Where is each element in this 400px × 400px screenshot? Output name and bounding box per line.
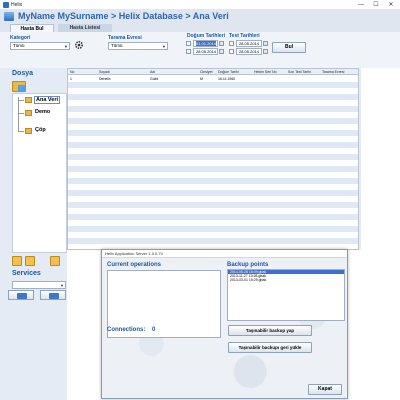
close-dialog-button[interactable]: Kapat [308, 384, 342, 395]
test-from-value: 28.05.2014 [239, 41, 260, 46]
table-header: No Soyadı Adı Cinsiyet Doğum Tarihi Heki… [68, 69, 358, 75]
disconnect-button[interactable] [40, 290, 66, 300]
dogum-from-field[interactable]: 01.01.2014 [193, 40, 218, 47]
trash-folder-icon [25, 128, 32, 134]
tab-hasta-bul[interactable]: Hasta Bul [10, 24, 54, 32]
folder-tree [12, 93, 67, 253]
minimize-button[interactable]: — [354, 0, 368, 10]
test-label: Test Tarihleri [229, 33, 260, 39]
maximize-button[interactable]: ☐ [369, 0, 383, 10]
current-operations-label: Current operations [107, 262, 162, 268]
lock-icon[interactable] [12, 256, 22, 266]
title-bar: Helix — ☐ ✕ [0, 0, 400, 10]
test-to-field[interactable]: 28.05.2014 [236, 48, 262, 55]
patient-table: No Soyadı Adı Cinsiyet Doğum Tarihi Heki… [67, 68, 359, 250]
tree-connector [18, 97, 19, 131]
database-icon [4, 12, 14, 21]
dogum-label: Doğum Tarihleri [187, 33, 225, 39]
key-icon[interactable] [50, 256, 60, 266]
database-folder-icon [12, 81, 26, 92]
restore-backup-button[interactable]: Taşınabilir backupı geri yükle [228, 342, 312, 353]
connect-button[interactable] [8, 290, 34, 300]
dialog-title-bar: Helix Application Server 1.0.0.70 [102, 250, 347, 258]
computer-icon [49, 293, 59, 299]
tarama-value: Tümü [111, 43, 123, 48]
tree-item-cop[interactable]: Çöp [35, 127, 46, 133]
dialog-title: Helix Application Server 1.0.0.70 [105, 251, 163, 256]
calendar-icon[interactable] [219, 41, 224, 46]
tree-item-ana-veri[interactable]: Ana Veri [34, 96, 61, 104]
tree-connector [18, 113, 24, 114]
dogum-from-value: 01.01.2014 [196, 41, 217, 46]
kategori-select[interactable]: Tümü ▼ [10, 42, 70, 50]
dogum-from-checkbox[interactable] [186, 41, 191, 46]
chevron-down-icon: ▼ [162, 44, 166, 49]
test-to-checkbox[interactable] [229, 49, 234, 54]
connections-value: 0 [152, 327, 156, 333]
search-button[interactable]: Bul [272, 42, 306, 53]
col-hekim-seri-no[interactable]: Hekim Seri No [254, 69, 277, 75]
tree-item-demo[interactable]: Demo [35, 109, 50, 115]
tree-connector [18, 131, 24, 132]
table-scrollbar[interactable] [359, 68, 361, 250]
backup-points-list[interactable]: 2014-05-28 16:09.gbak 2013-11-27 13:28.g… [227, 269, 345, 321]
col-soyadi[interactable]: Soyadı [99, 69, 110, 75]
gear-icon[interactable] [74, 40, 84, 50]
kategori-label: Kategori [10, 35, 31, 41]
calendar-icon[interactable] [219, 49, 224, 54]
window-title: Helix [11, 2, 23, 8]
backup-point-item[interactable]: 2013-03-01 15:29.gbak [228, 278, 344, 282]
col-dogum-tarihi[interactable]: Doğum Tarihi [218, 69, 239, 75]
tarama-label: Tarama Evresi [108, 35, 142, 41]
col-son-test-tarihi[interactable]: Son Test Tarihi [288, 69, 311, 75]
test-to-value: 28.05.2014 [239, 49, 260, 54]
col-tarama-evresi[interactable]: Tarama Evresi [322, 69, 344, 75]
dogum-to-field[interactable]: 28.05.2014 [193, 48, 218, 55]
folder-icon [25, 97, 32, 103]
kategori-value: Tümü [13, 43, 25, 48]
chevron-down-icon: ▼ [64, 44, 68, 49]
chevron-down-icon: ▼ [60, 283, 64, 288]
col-adi[interactable]: Adı [150, 69, 155, 75]
dogum-to-checkbox[interactable] [186, 49, 191, 54]
calendar-icon[interactable] [263, 41, 268, 46]
breadcrumb: MyName MySurname > Helix Database > Ana … [18, 11, 229, 21]
close-window-button[interactable]: ✕ [384, 0, 398, 10]
tree-connector [18, 100, 24, 101]
server-dialog: Helix Application Server 1.0.0.70 Curren… [101, 249, 348, 399]
test-from-checkbox[interactable] [229, 41, 234, 46]
services-select[interactable]: ▼ [12, 281, 66, 289]
test-from-field[interactable]: 28.05.2014 [236, 40, 262, 47]
services-label: Services [12, 270, 41, 277]
portable-backup-button[interactable]: Taşınabilir backup yap [228, 325, 312, 336]
tab-hasta-listesi[interactable]: Hasta Listesi [58, 24, 112, 32]
folder-icon [25, 110, 32, 116]
dosya-label: Dosya [12, 70, 34, 77]
col-no[interactable]: No [70, 69, 74, 75]
calendar-icon[interactable] [263, 49, 268, 54]
tarama-select[interactable]: Tümü ▼ [108, 42, 168, 50]
unlock-icon[interactable] [25, 256, 35, 266]
col-cinsiyet[interactable]: Cinsiyet [200, 69, 212, 75]
backup-points-label: Backup points [227, 262, 269, 268]
connections-label: Connections: [107, 327, 146, 333]
dogum-to-value: 28.05.2014 [196, 49, 217, 54]
app-icon [3, 2, 9, 8]
computer-icon [17, 293, 27, 299]
